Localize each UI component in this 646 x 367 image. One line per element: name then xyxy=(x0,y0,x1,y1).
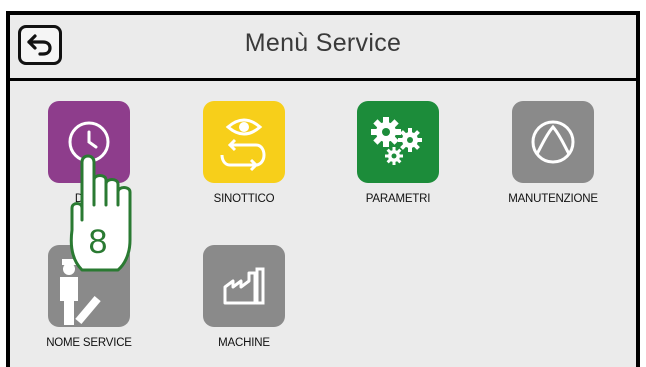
tile-manutenzione[interactable]: MANUTENZIONE xyxy=(478,101,628,205)
eye-cycle-icon xyxy=(220,118,266,172)
step-number: 8 xyxy=(88,223,108,261)
tile-sinottico-button[interactable] xyxy=(203,101,285,183)
factory-icon xyxy=(223,267,265,305)
gears-icon xyxy=(371,117,422,165)
tile-sinottico[interactable]: SINOTTICO xyxy=(169,101,319,205)
tile-sinottico-label: SINOTTICO xyxy=(213,193,275,205)
tile-machine-label: MACHINE xyxy=(218,337,270,349)
tile-parametri[interactable]: PARAMETRI xyxy=(323,101,473,205)
tile-manutenzione-button[interactable] xyxy=(512,101,594,183)
tile-nome-service-label: NOME SERVICE xyxy=(46,337,132,349)
tile-parametri-label: PARAMETRI xyxy=(365,193,431,205)
compressor-icon xyxy=(531,120,575,164)
page-title: Menù Service xyxy=(244,29,402,57)
tile-machine[interactable]: MACHINE xyxy=(169,245,319,349)
tile-manutenzione-label: MANUTENZIONE xyxy=(508,193,598,205)
header-bar: Menù Service xyxy=(10,15,636,81)
tile-parametri-button[interactable] xyxy=(357,101,439,183)
tile-machine-button[interactable] xyxy=(203,245,285,327)
